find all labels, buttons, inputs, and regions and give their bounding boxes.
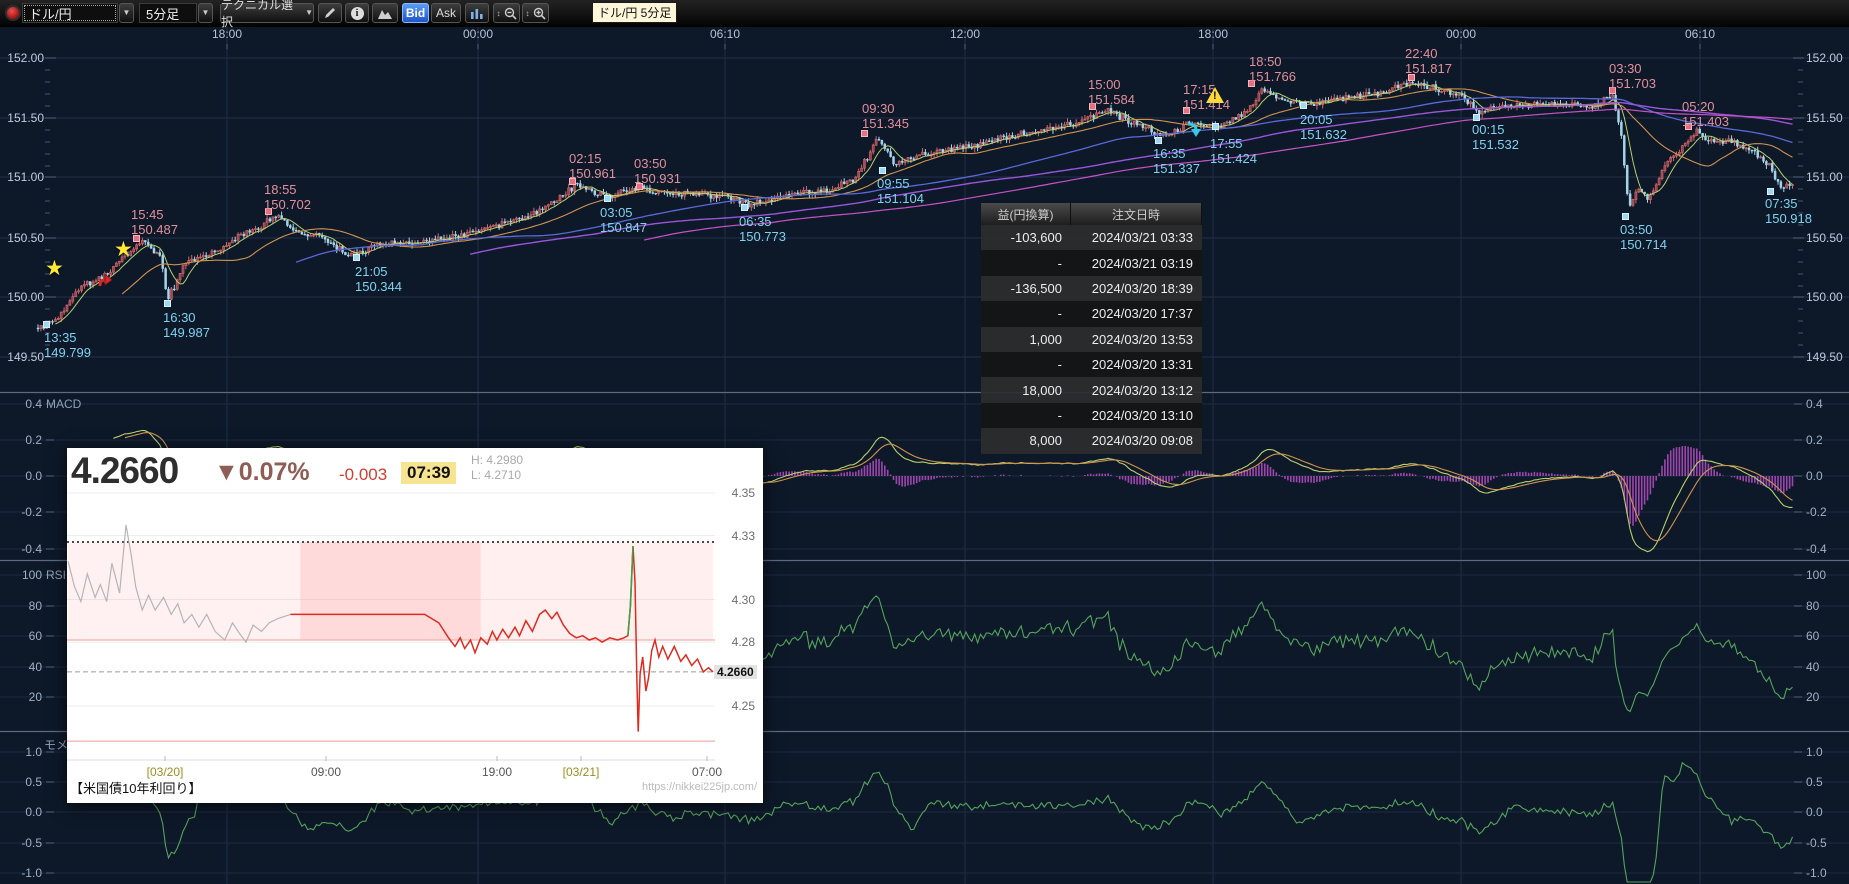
chevron-down-icon: ▼ bbox=[305, 9, 313, 17]
datetime-cell: 2024/03/20 13:31 bbox=[1071, 352, 1202, 377]
order-row[interactable]: 18,0002024/03/20 13:12 bbox=[981, 377, 1202, 402]
orders-table-header: 益(円換算) 注文日時 bbox=[981, 203, 1202, 225]
yield-caption: 【米国債10年利回り】 bbox=[70, 778, 201, 797]
timeframe-select[interactable]: 5分足 bbox=[139, 3, 197, 23]
orders-col-pnl: 益(円換算) bbox=[981, 203, 1071, 225]
datetime-cell: 2024/03/20 17:37 bbox=[1071, 301, 1202, 326]
info-button[interactable]: i bbox=[345, 3, 369, 23]
order-row[interactable]: -2024/03/20 17:37 bbox=[981, 301, 1202, 326]
yield-x-axis-label: 09:00 bbox=[291, 765, 361, 779]
yield-last-price: 4.2660 bbox=[71, 450, 178, 492]
bid-label: Bid bbox=[406, 6, 425, 20]
bid-toggle-button[interactable]: Bid bbox=[402, 3, 429, 23]
mountain-icon bbox=[377, 7, 393, 20]
fx-chart-app: 18:0000:0006:1012:0018:0000:0006:10152.0… bbox=[0, 0, 1849, 884]
updown-arrow-icon: ↕ bbox=[526, 9, 530, 18]
datetime-cell: 2024/03/20 09:08 bbox=[1071, 428, 1202, 453]
yield-x-axis-label: 07:00 bbox=[672, 765, 742, 779]
bar-chart-icon bbox=[470, 7, 484, 20]
orders-col-datetime: 注文日時 bbox=[1071, 203, 1202, 225]
pnl-cell: - bbox=[981, 352, 1071, 377]
order-row[interactable]: -136,5002024/03/20 18:39 bbox=[981, 276, 1202, 301]
yield-low: L: 4.2710 bbox=[471, 468, 523, 483]
pnl-cell: -103,600 bbox=[981, 225, 1071, 250]
pnl-cell: 18,000 bbox=[981, 377, 1071, 402]
pencil-icon bbox=[323, 6, 337, 20]
datetime-cell: 2024/03/20 18:39 bbox=[1071, 276, 1202, 301]
yield-y-axis-label: 4.33 bbox=[715, 529, 755, 543]
yield-change-value: -0.003 bbox=[339, 465, 387, 485]
technical-select-label: テクニカル選択 bbox=[221, 0, 302, 30]
watermark-url: https://nikkei225jp.com/ bbox=[642, 781, 757, 793]
zoom-out-icon bbox=[504, 7, 517, 20]
pair-select-value: ドル/円 bbox=[29, 4, 72, 23]
chevron-down-icon: ▼ bbox=[202, 9, 210, 17]
datetime-cell: 2024/03/20 13:12 bbox=[1071, 377, 1202, 402]
pair-dropdown-button[interactable]: ▼ bbox=[119, 3, 134, 23]
pnl-cell: -136,500 bbox=[981, 276, 1071, 301]
yield-x-axis-label: [03/20] bbox=[130, 765, 200, 779]
macd-panel-label: MACD bbox=[46, 397, 81, 411]
yield-high: H: 4.2980 bbox=[471, 453, 523, 468]
bar-chart-button[interactable] bbox=[465, 3, 489, 23]
down-triangle-icon: ▼ bbox=[214, 458, 239, 486]
yield-y-axis-label: 4.30 bbox=[715, 593, 755, 607]
ask-toggle-button[interactable]: Ask bbox=[431, 3, 461, 23]
zoom-in-icon bbox=[533, 7, 546, 20]
order-row[interactable]: -2024/03/20 13:10 bbox=[981, 403, 1202, 428]
toolbar: ドル/円 ▼ 5分足 ▼ テクニカル選択 ▼ i Bid A bbox=[0, 0, 1849, 27]
timeframe-dropdown-button[interactable]: ▼ bbox=[198, 3, 213, 23]
yield-x-axis-label: [03/21] bbox=[546, 765, 616, 779]
pnl-cell: - bbox=[981, 301, 1071, 326]
yield-y-axis-label: 4.28 bbox=[715, 635, 755, 649]
order-row[interactable]: 1,0002024/03/20 13:53 bbox=[981, 327, 1202, 352]
pnl-cell: 8,000 bbox=[981, 428, 1071, 453]
chevron-down-icon: ▼ bbox=[123, 9, 131, 17]
yield-chart bbox=[67, 448, 763, 803]
order-row[interactable]: -2024/03/21 03:19 bbox=[981, 250, 1202, 275]
datetime-cell: 2024/03/21 03:19 bbox=[1071, 250, 1202, 275]
pnl-cell: - bbox=[981, 250, 1071, 275]
updown-arrow-icon: ↕ bbox=[497, 9, 501, 18]
zoom-out-button[interactable]: ↕ bbox=[493, 3, 520, 23]
pnl-cell: - bbox=[981, 403, 1071, 428]
datetime-cell: 2024/03/20 13:10 bbox=[1071, 403, 1202, 428]
datetime-cell: 2024/03/21 03:33 bbox=[1071, 225, 1202, 250]
zoom-in-button[interactable]: ↕ bbox=[522, 3, 549, 23]
yield-change-percent: ▼0.07% bbox=[214, 458, 310, 487]
pair-select[interactable]: ドル/円 bbox=[22, 3, 118, 23]
order-row[interactable]: -103,6002024/03/21 03:33 bbox=[981, 225, 1202, 250]
order-row[interactable]: -2024/03/20 13:31 bbox=[981, 352, 1202, 377]
datetime-cell: 2024/03/20 13:53 bbox=[1071, 327, 1202, 352]
yield-high-low: H: 4.2980 L: 4.2710 bbox=[471, 453, 523, 483]
draw-pencil-button[interactable] bbox=[318, 3, 342, 23]
yield-x-axis-label: 19:00 bbox=[462, 765, 532, 779]
yield-quote-time: 07:39 bbox=[401, 462, 456, 484]
yield-y-axis-label: 4.25 bbox=[715, 699, 755, 713]
rsi-panel-label: RSI bbox=[46, 568, 66, 582]
order-row[interactable]: 8,0002024/03/20 09:08 bbox=[981, 428, 1202, 453]
technical-select-button[interactable]: テクニカル選択 ▼ bbox=[220, 3, 314, 23]
record-icon bbox=[5, 5, 21, 21]
yield-popup: 4.2660 ▼0.07% -0.003 07:39 H: 4.2980 L: … bbox=[67, 448, 763, 803]
info-icon: i bbox=[351, 7, 364, 20]
yield-current-tag: 4.2660 bbox=[714, 665, 757, 679]
orders-table-body: -103,6002024/03/21 03:33-2024/03/21 03:1… bbox=[981, 225, 1202, 454]
chart-tooltip: ドル/円 5分足 bbox=[592, 2, 677, 23]
ask-label: Ask bbox=[436, 6, 456, 20]
area-chart-button[interactable] bbox=[372, 3, 398, 23]
yield-y-axis-label: 4.35 bbox=[715, 486, 755, 500]
timeframe-select-value: 5分足 bbox=[146, 4, 179, 23]
orders-table: 益(円換算) 注文日時 -103,6002024/03/21 03:33-202… bbox=[981, 203, 1202, 454]
pnl-cell: 1,000 bbox=[981, 327, 1071, 352]
